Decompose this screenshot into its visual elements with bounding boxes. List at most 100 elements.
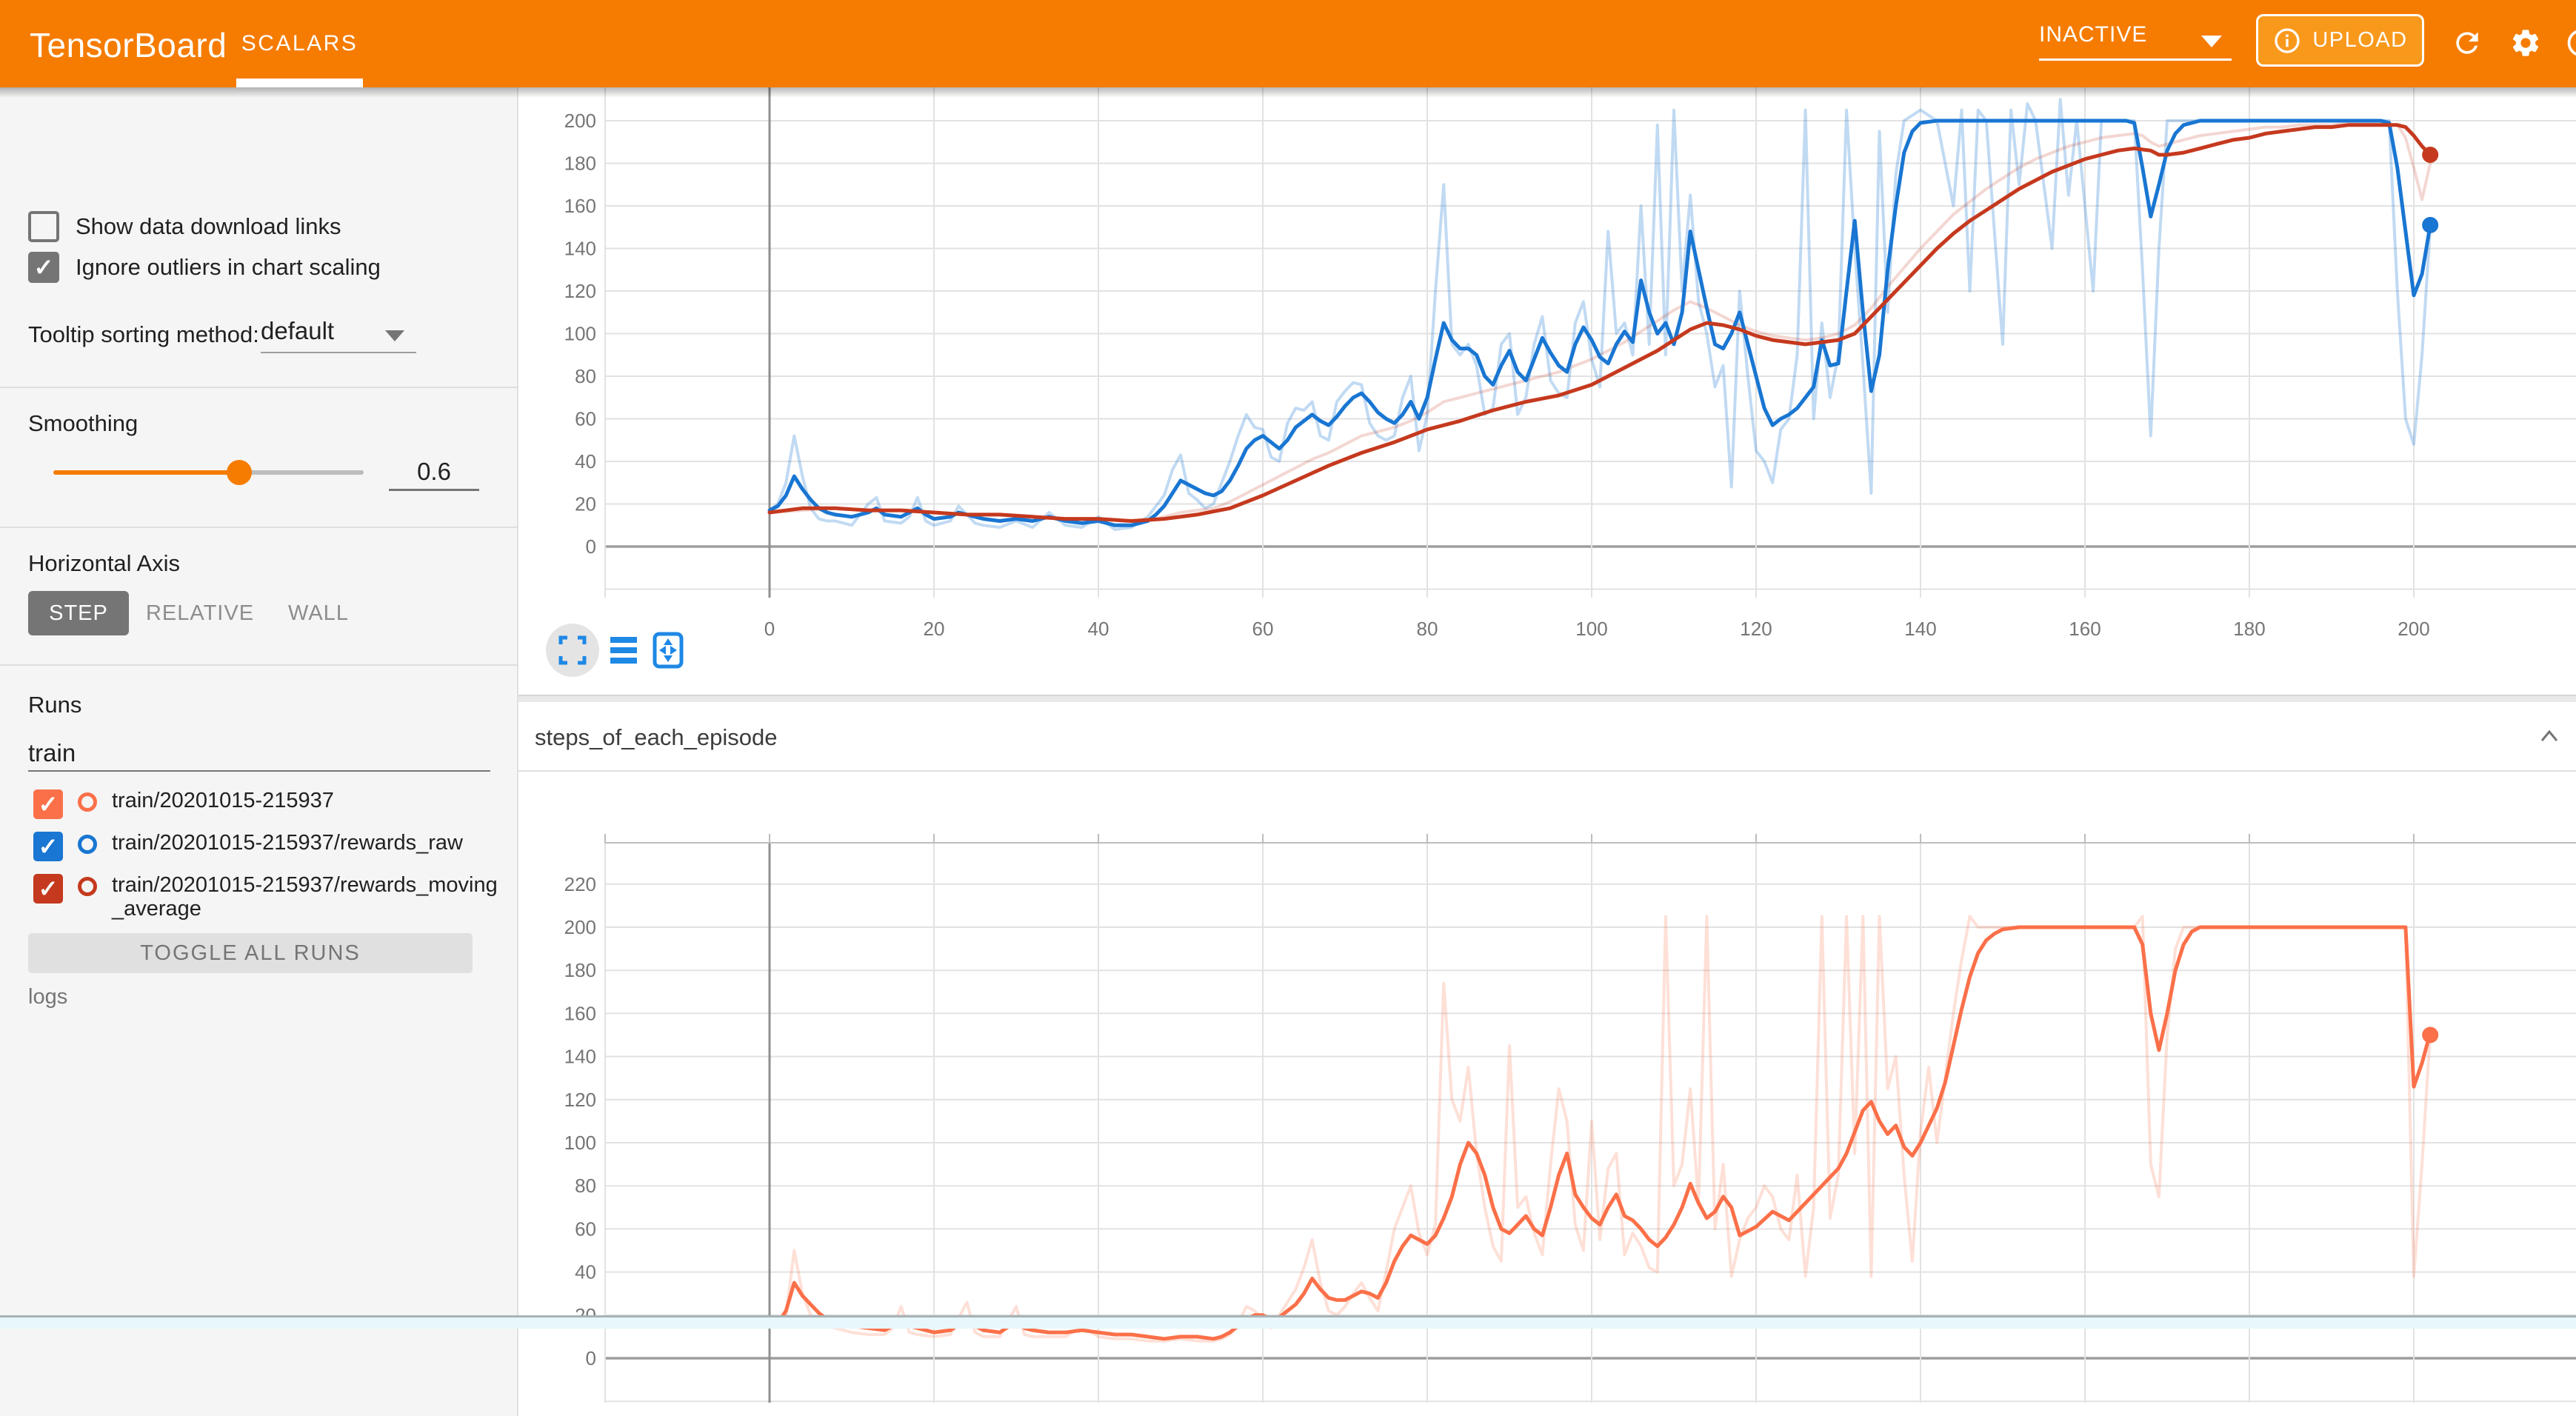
tooltip-sorting-select[interactable]: default: [261, 317, 483, 345]
tab-scalars[interactable]: SCALARS: [236, 0, 363, 87]
chevron-down-icon: [385, 330, 404, 341]
toggle-all-runs-button[interactable]: TOGGLE ALL RUNS: [28, 933, 473, 973]
svg-text:20: 20: [924, 618, 945, 640]
axis-button-relative[interactable]: RELATIVE: [152, 591, 248, 635]
run-checkbox[interactable]: ✓: [33, 874, 63, 904]
tab-active-underline: [236, 79, 363, 87]
svg-text:180: 180: [564, 153, 596, 175]
settings-sidebar: Show data download links ✓ Ignore outlie…: [0, 87, 518, 1416]
svg-text:80: 80: [575, 365, 596, 387]
svg-text:100: 100: [1575, 618, 1607, 640]
gear-icon[interactable]: [2509, 27, 2542, 59]
svg-text:200: 200: [564, 916, 596, 938]
smoothing-value-underline: [389, 489, 479, 491]
chevron-up-icon[interactable]: [2536, 723, 2563, 749]
header-shadow: [0, 87, 2576, 98]
svg-text:200: 200: [564, 110, 596, 132]
svg-text:120: 120: [564, 1089, 596, 1111]
svg-text:60: 60: [575, 1218, 596, 1240]
run-color-swatch: [78, 877, 97, 896]
run-filter-input[interactable]: train: [28, 739, 487, 767]
smoothing-slider-fill: [53, 470, 239, 475]
run-color-swatch: [78, 835, 97, 854]
svg-text:140: 140: [564, 1046, 596, 1068]
check-icon: ✓: [34, 256, 54, 279]
logs-label: logs: [28, 985, 67, 1009]
run-checkbox[interactable]: ✓: [33, 789, 63, 819]
horizontal-axis-label: Horizontal Axis: [28, 550, 180, 577]
svg-text:60: 60: [575, 408, 596, 430]
tooltip-sorting-underline: [261, 352, 416, 353]
svg-text:180: 180: [2233, 618, 2265, 640]
svg-text:0: 0: [586, 535, 596, 558]
svg-text:120: 120: [1740, 618, 1772, 640]
svg-text:200: 200: [2398, 618, 2429, 640]
svg-text:20: 20: [575, 493, 596, 515]
smoothing-slider[interactable]: [53, 470, 364, 475]
svg-text:160: 160: [564, 195, 596, 217]
upload-button-label: UPLOAD: [2312, 28, 2407, 53]
svg-text:180: 180: [564, 959, 596, 981]
section-title: steps_of_each_episode: [535, 724, 777, 751]
svg-text:160: 160: [2069, 618, 2100, 640]
run-color-swatch: [78, 792, 97, 812]
section-header[interactable]: steps_of_each_episode: [518, 702, 2576, 772]
svg-text:160: 160: [564, 1002, 596, 1024]
run-label: train/20201015-215937/rewards_moving_ave…: [112, 874, 508, 921]
smoothing-slider-thumb[interactable]: [227, 460, 252, 485]
tooltip-sorting-label: Tooltip sorting method:: [28, 321, 259, 348]
run-checkbox[interactable]: ✓: [33, 832, 63, 861]
card-gap: [518, 695, 2576, 702]
axis-button-step[interactable]: STEP: [28, 591, 129, 635]
run-row[interactable]: ✓ train/20201015-215937/rewards_raw: [33, 832, 508, 861]
show-download-links-checkbox[interactable]: [28, 211, 59, 242]
chart-toolbar: [545, 622, 723, 678]
ignore-outliers-checkbox[interactable]: ✓: [28, 252, 59, 283]
ignore-outliers-row[interactable]: ✓ Ignore outliers in chart scaling: [28, 252, 381, 283]
log-scale-icon[interactable]: [610, 637, 637, 664]
svg-text:0: 0: [764, 618, 775, 640]
divider: [0, 387, 518, 388]
check-icon: ✓: [39, 877, 59, 901]
runs-label: Runs: [28, 692, 81, 718]
svg-text:60: 60: [1252, 618, 1274, 640]
check-icon: ✓: [39, 792, 59, 816]
svg-text:140: 140: [1904, 618, 1936, 640]
fit-domain-icon[interactable]: [655, 634, 681, 667]
upload-button[interactable]: UPLOAD: [2256, 14, 2424, 67]
data-status-underline: [2039, 59, 2232, 61]
app-title: TensorBoard: [30, 25, 227, 65]
axis-button-wall[interactable]: WALL: [285, 591, 352, 635]
svg-text:0: 0: [586, 1347, 596, 1369]
main-content: 0 20 40 60 80 100 120 140 160 180 200 0 20 40 60 80 100 1…: [518, 87, 2576, 1416]
run-row[interactable]: ✓ train/20201015-215937/rewards_moving_a…: [33, 874, 508, 921]
run-row[interactable]: ✓ train/20201015-215937: [33, 789, 508, 819]
svg-text:40: 40: [575, 450, 596, 472]
svg-text:100: 100: [564, 323, 596, 345]
svg-text:120: 120: [564, 280, 596, 302]
check-icon: ✓: [39, 835, 59, 858]
footer-strip: [0, 1315, 2576, 1329]
steps-of-each-episode-chart[interactable]: 020406080100120140160180200220: [518, 772, 2576, 1403]
data-status-value: INACTIVE: [2039, 22, 2147, 47]
refresh-icon[interactable]: [2451, 27, 2483, 59]
divider: [0, 664, 518, 666]
show-download-links-row[interactable]: Show data download links: [28, 211, 341, 242]
svg-text:100: 100: [564, 1132, 596, 1154]
rewards-chart[interactable]: 0 20 40 60 80 100 120 140 160 180 200 0 20 40 60 80 100 1…: [518, 87, 2576, 695]
divider: [0, 527, 518, 528]
checkbox-label: Ignore outliers in chart scaling: [76, 254, 381, 281]
checkbox-label: Show data download links: [76, 213, 341, 240]
svg-text:40: 40: [575, 1261, 596, 1283]
help-icon[interactable]: [2565, 27, 2576, 59]
run-filter-underline: [28, 770, 490, 772]
info-icon: [2272, 26, 2302, 56]
smoothing-value-input[interactable]: 0.6: [389, 458, 479, 486]
svg-text:80: 80: [1417, 618, 1438, 640]
svg-text:140: 140: [564, 238, 596, 260]
svg-text:40: 40: [1088, 618, 1110, 640]
svg-text:220: 220: [564, 873, 596, 895]
chevron-down-icon: [2201, 36, 2222, 47]
svg-text:80: 80: [575, 1175, 596, 1197]
tooltip-sorting-value: default: [261, 317, 334, 344]
